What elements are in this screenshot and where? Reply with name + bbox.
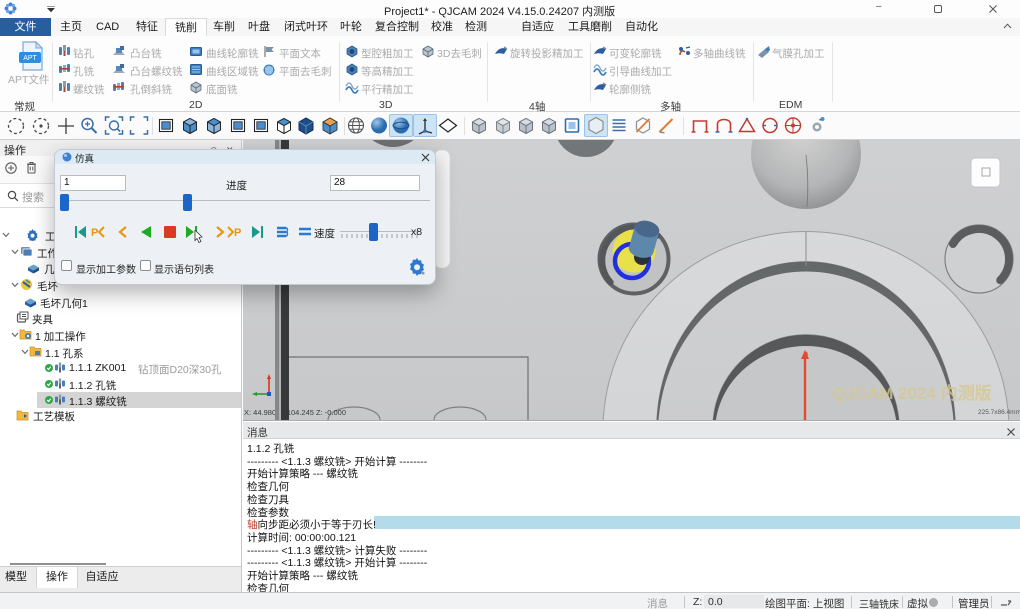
svg-text:APT: APT bbox=[23, 55, 37, 62]
svg-text:X: 44.980 Y: 104.245 Z: -0.000: X: 44.980 Y: 104.245 Z: -0.000 bbox=[244, 408, 346, 417]
svg-text:225.7x86.4mm: 225.7x86.4mm bbox=[978, 409, 1020, 416]
svg-text:QJCAM 2024 内测版: QJCAM 2024 内测版 bbox=[832, 383, 992, 403]
svg-text:P: P bbox=[91, 227, 98, 239]
svg-text:P: P bbox=[234, 227, 241, 239]
